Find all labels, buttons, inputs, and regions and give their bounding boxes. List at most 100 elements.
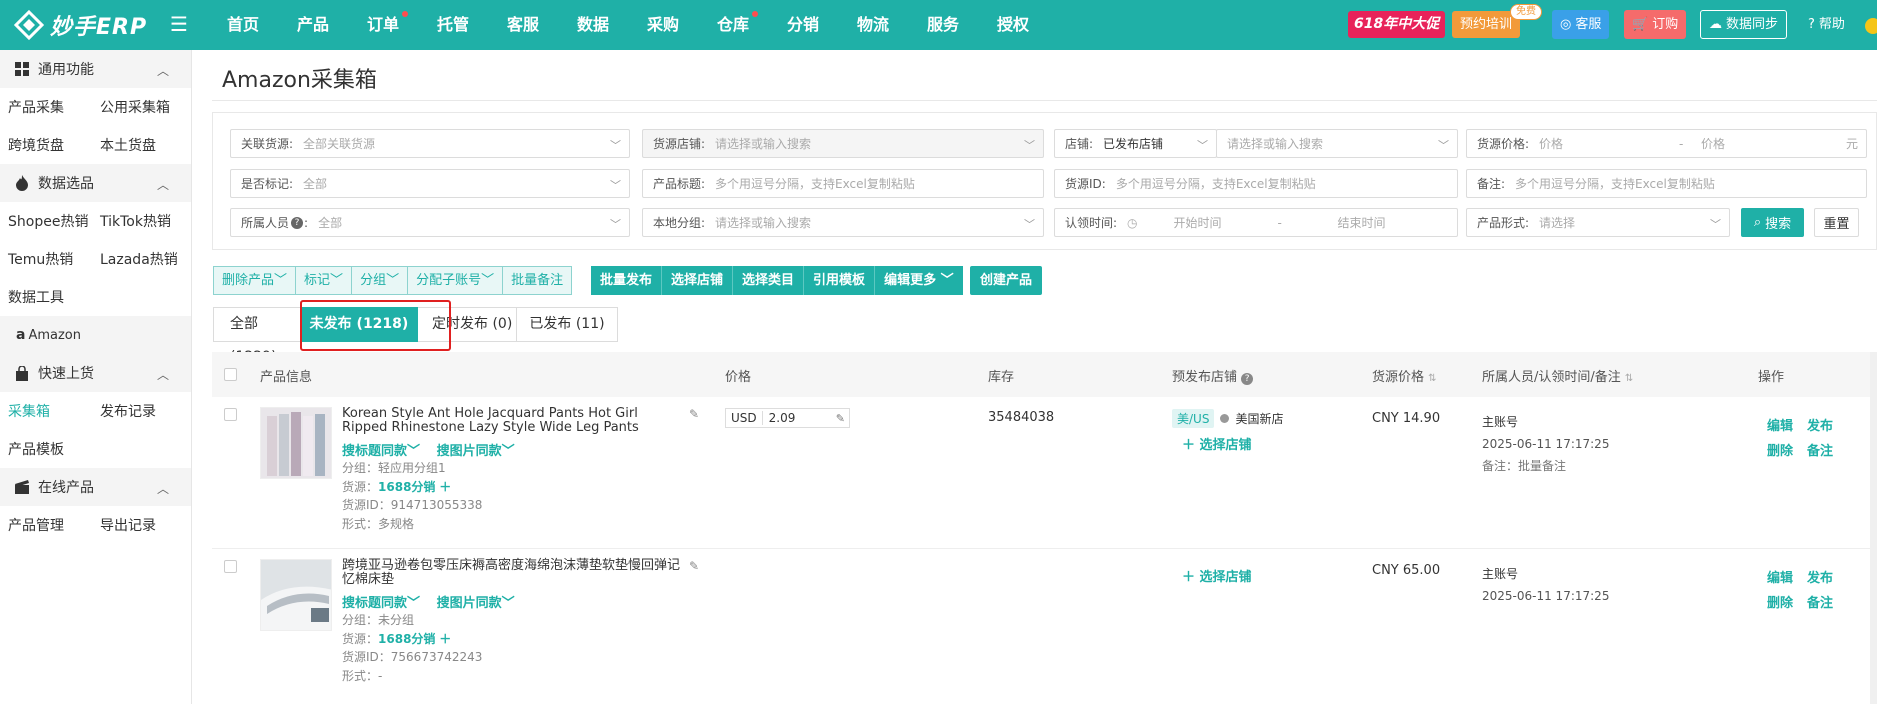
- end-time-input[interactable]: 结束时间: [1298, 214, 1386, 231]
- nav-hosting[interactable]: 托管: [418, 0, 488, 50]
- help-button[interactable]: ? 帮助: [1800, 10, 1853, 39]
- row-checkbox[interactable]: [224, 560, 237, 573]
- edit-icon[interactable]: ✎: [689, 407, 699, 421]
- create-product-button[interactable]: 创建产品: [970, 266, 1043, 295]
- start-time-input[interactable]: 开始时间: [1138, 214, 1248, 231]
- local-group-select[interactable]: 本地分组: 请选择或输入搜索 ﹀: [642, 208, 1044, 237]
- menu-toggle-icon[interactable]: ☰: [170, 14, 188, 34]
- price-min-input[interactable]: 价格: [1529, 135, 1679, 152]
- select-store-button[interactable]: 选择店铺: [662, 266, 734, 295]
- nav-purchase[interactable]: 采购: [628, 0, 698, 50]
- source-link[interactable]: 1688分销: [378, 632, 435, 646]
- order-button[interactable]: 🛒 订购: [1624, 10, 1687, 39]
- scrollbar[interactable]: [1870, 352, 1877, 704]
- col-source-price[interactable]: 货源价格 ⇅: [1372, 366, 1437, 385]
- edit-icon[interactable]: ✎: [689, 559, 699, 573]
- edit-link[interactable]: 编辑: [1767, 571, 1793, 586]
- avatar[interactable]: [1865, 18, 1877, 34]
- source-id-input[interactable]: 货源ID: 多个用逗号分隔，支持Excel复制粘贴: [1054, 169, 1458, 198]
- search-same-image-link[interactable]: 搜图片同款﹀: [437, 444, 515, 459]
- source-link[interactable]: 1688分销: [378, 480, 435, 494]
- use-template-button[interactable]: 引用模板: [804, 266, 876, 295]
- search-same-title-link[interactable]: 搜标题同款﹀: [342, 596, 420, 611]
- search-same-image-link[interactable]: 搜图片同款﹀: [437, 596, 515, 611]
- mark-select[interactable]: 是否标记: 全部 ﹀: [230, 169, 630, 198]
- note-link[interactable]: 备注: [1807, 596, 1833, 611]
- sidebar-item-template[interactable]: 产品模板: [0, 439, 92, 459]
- data-sync-button[interactable]: ☁ 数据同步: [1700, 10, 1788, 39]
- select-store-link[interactable]: ＋ 选择店铺: [1182, 566, 1252, 585]
- sidebar-item-manage[interactable]: 产品管理: [0, 515, 92, 535]
- sidebar-item-cross[interactable]: 跨境货盘: [0, 135, 92, 155]
- product-thumbnail[interactable]: [260, 559, 332, 631]
- publish-link[interactable]: 发布: [1807, 419, 1833, 434]
- batch-note-button[interactable]: 批量备注: [502, 266, 573, 295]
- source-select[interactable]: 关联货源: 全部关联货源 ﹀: [230, 129, 630, 158]
- search-same-title-link[interactable]: 搜标题同款﹀: [342, 444, 420, 459]
- product-title[interactable]: 跨境亚马逊卷包零压床褥高密度海绵泡沫薄垫软垫慢回弹记忆棉床垫: [342, 559, 682, 587]
- sidebar-item-amazon[interactable]: a Amazon: [0, 316, 191, 354]
- nav-order[interactable]: 订单: [348, 0, 418, 50]
- sidebar-item-tools[interactable]: 数据工具: [0, 287, 92, 307]
- sidebar-section-general[interactable]: 通用功能 ︿: [0, 50, 191, 88]
- col-owner[interactable]: 所属人员/认领时间/备注 ⇅: [1482, 366, 1633, 385]
- delete-link[interactable]: 删除: [1767, 596, 1793, 611]
- note-input[interactable]: 备注: 多个用逗号分隔，支持Excel复制粘贴: [1466, 169, 1867, 198]
- store-select[interactable]: 请选择或输入搜索 ﹀: [1216, 129, 1458, 158]
- price-max-input[interactable]: 价格: [1691, 135, 1831, 152]
- promo-banner[interactable]: 618年中大促: [1348, 11, 1446, 38]
- sidebar-item-publish-log[interactable]: 发布记录: [92, 401, 184, 421]
- tab-published[interactable]: 已发布 (11): [516, 307, 618, 342]
- group-button[interactable]: 分组﹀: [351, 266, 409, 295]
- logo[interactable]: 妙手ERP: [13, 9, 147, 41]
- nav-logistics[interactable]: 物流: [838, 0, 908, 50]
- nav-product[interactable]: 产品: [278, 0, 348, 50]
- nav-services[interactable]: 服务: [908, 0, 978, 50]
- select-store-link[interactable]: ＋ 选择店铺: [1182, 434, 1252, 453]
- row-checkbox[interactable]: [224, 408, 237, 421]
- nav-home[interactable]: 首页: [208, 0, 278, 50]
- source-price-range[interactable]: 货源价格: 价格 - 价格 元: [1466, 129, 1867, 158]
- sidebar-item-tiktok[interactable]: TikTok热销: [92, 211, 184, 231]
- sidebar-section-online[interactable]: 在线产品 ︿: [0, 468, 191, 506]
- claim-time-range[interactable]: 认领时间: ◷ 开始时间 - 结束时间: [1054, 208, 1458, 237]
- product-title[interactable]: Korean Style Ant Hole Jacquard Pants Hot…: [342, 407, 682, 435]
- select-category-button[interactable]: 选择类目: [733, 266, 805, 295]
- publish-link[interactable]: 发布: [1807, 571, 1833, 586]
- sidebar-item-public-box[interactable]: 公用采集箱: [92, 97, 184, 117]
- delete-product-button[interactable]: 删除产品﹀: [213, 266, 297, 295]
- edit-more-button[interactable]: 编辑更多 ﹀: [875, 266, 963, 295]
- price-input[interactable]: USD 2.09 ✎: [725, 408, 850, 428]
- note-link[interactable]: 备注: [1807, 444, 1833, 459]
- product-title-input[interactable]: 产品标题: 多个用逗号分隔，支持Excel复制粘贴: [642, 169, 1044, 198]
- nav-service[interactable]: 客服: [488, 0, 558, 50]
- source-store-select[interactable]: 货源店铺: 请选择或输入搜索 ﹀: [642, 129, 1044, 158]
- edit-link[interactable]: 编辑: [1767, 419, 1793, 434]
- sidebar-item-local[interactable]: 本土货盘: [92, 135, 184, 155]
- sidebar-section-data[interactable]: 数据选品 ︿: [0, 164, 191, 202]
- sidebar-item-export[interactable]: 导出记录: [92, 515, 184, 535]
- product-form-select[interactable]: 产品形式: 请选择 ﹀: [1466, 208, 1730, 237]
- sidebar-item-box[interactable]: 采集箱: [0, 401, 92, 421]
- plus-icon[interactable]: ＋: [439, 480, 451, 494]
- nav-distribution[interactable]: 分销: [768, 0, 838, 50]
- nav-warehouse[interactable]: 仓库: [698, 0, 768, 50]
- select-all-checkbox[interactable]: [224, 368, 237, 381]
- delete-link[interactable]: 删除: [1767, 444, 1793, 459]
- owner-select[interactable]: 所属人员 ? : 全部 ﹀: [230, 208, 630, 237]
- product-thumbnail[interactable]: [260, 407, 332, 479]
- sidebar-item-temu[interactable]: Temu热销: [0, 249, 92, 269]
- reset-button[interactable]: 重置: [1814, 208, 1859, 237]
- sidebar-item-shopee[interactable]: Shopee热销: [0, 211, 92, 231]
- plus-icon[interactable]: ＋: [439, 632, 451, 646]
- sidebar-section-fast[interactable]: 快速上货 ︿: [0, 354, 191, 392]
- store-type-select[interactable]: 店铺: 已发布店铺 ﹀: [1054, 129, 1217, 158]
- search-button[interactable]: ⌕ 搜索: [1741, 208, 1804, 237]
- sidebar-item-lazada[interactable]: Lazada热销: [92, 249, 184, 269]
- mark-button[interactable]: 标记﹀: [295, 266, 353, 295]
- sidebar-item-collect[interactable]: 产品采集: [0, 97, 92, 117]
- customer-service-button[interactable]: ◎ 客服: [1552, 10, 1610, 39]
- nav-auth[interactable]: 授权: [978, 0, 1048, 50]
- assign-subaccount-button[interactable]: 分配子账号﹀: [407, 266, 504, 295]
- batch-publish-button[interactable]: 批量发布: [591, 266, 663, 295]
